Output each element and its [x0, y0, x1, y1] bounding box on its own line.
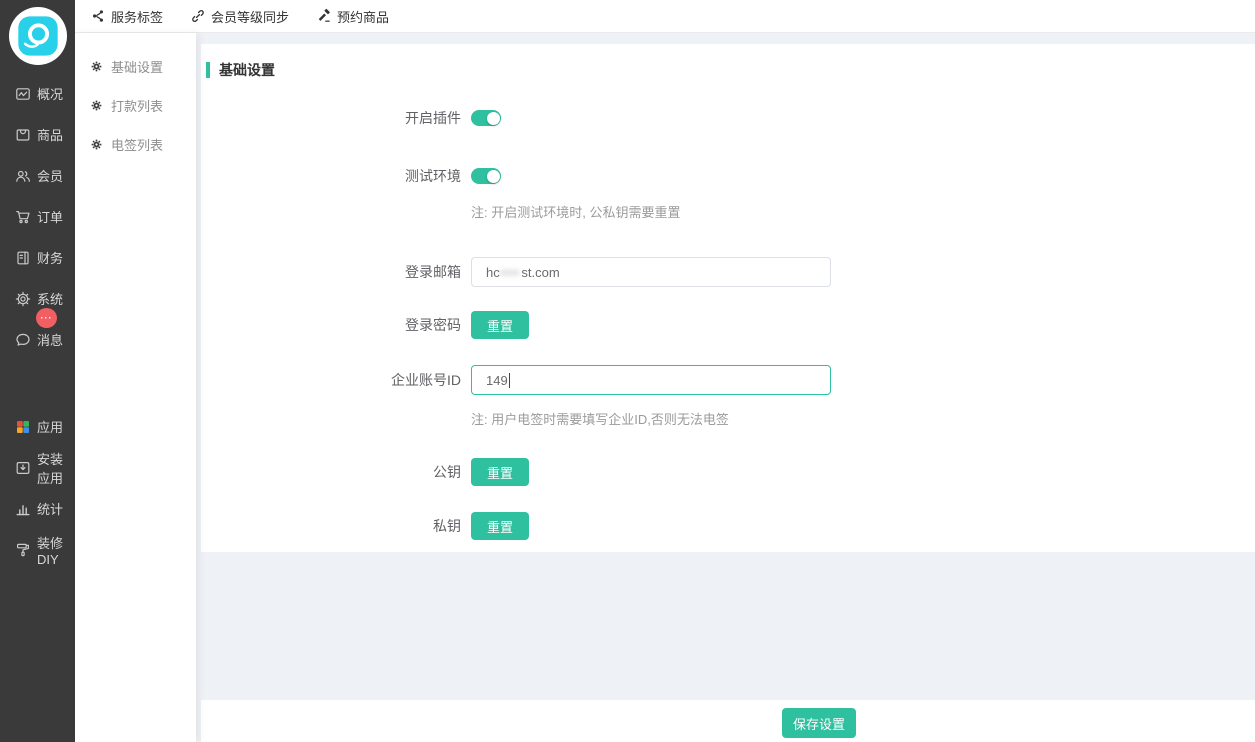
sidebar-item-label: 装修DIY [37, 533, 75, 567]
sidebar-item-stats[interactable]: 统计 [0, 488, 75, 529]
share-icon [91, 9, 105, 23]
sidebar-item-label: 应用 [37, 417, 63, 436]
form-row-company-id: 企业账号ID 149 [201, 365, 1255, 395]
tab-label: 会员等级同步 [211, 7, 289, 26]
save-settings-button[interactable]: 保存设置 [782, 708, 856, 738]
form-row-public-key: 公钥 重置 [201, 458, 1255, 486]
sidebar-item-diy[interactable]: 装修DIY [0, 529, 75, 570]
sidebar-item-orders[interactable]: 订单 [0, 196, 75, 237]
test-env-note: 注: 开启测试环境时, 公私钥需要重置 [471, 202, 1255, 221]
plugin-toggle[interactable] [471, 110, 501, 126]
subnav-item-label: 电签列表 [111, 135, 163, 154]
text-caret [509, 373, 510, 388]
sidebar-item-messages[interactable]: 消息 ··· [0, 319, 75, 360]
form-row-password: 登录密码 重置 [201, 311, 1255, 339]
company-id-value: 149 [486, 373, 508, 388]
test-env-toggle[interactable] [471, 168, 501, 184]
orders-icon [15, 209, 31, 225]
sidebar-item-label: 安装应用 [37, 449, 75, 487]
password-reset-button[interactable]: 重置 [471, 311, 529, 339]
toggle-knob [487, 170, 500, 183]
content-area: 基础设置 开启插件 测试环境 注: 开启测试环境时, 公私钥需要重置 登录邮箱 … [196, 33, 1255, 742]
topbar: 服务标签 会员等级同步 预约商品 [75, 0, 1255, 33]
subnav-item-label: 基础设置 [111, 57, 163, 76]
messages-icon [15, 332, 31, 348]
app-window: 概况 商品 会员 订单 [0, 0, 1255, 742]
subnav-item-label: 打款列表 [111, 96, 163, 115]
system-icon [15, 291, 31, 307]
subnav-item-payment-list[interactable]: 打款列表 [75, 86, 196, 125]
form-row-email: 登录邮箱 hc•••st.com [201, 257, 1255, 287]
private-key-reset-button[interactable]: 重置 [471, 512, 529, 540]
sidebar-item-label: 商品 [37, 125, 63, 144]
test-env-label: 测试环境 [201, 166, 471, 186]
tab-label: 服务标签 [111, 7, 163, 26]
form-row-plugin: 开启插件 [201, 108, 1255, 128]
company-id-label: 企业账号ID [201, 370, 471, 390]
app-logo[interactable] [0, 0, 75, 65]
basic-settings-card: 基础设置 开启插件 测试环境 注: 开启测试环境时, 公私钥需要重置 登录邮箱 … [201, 44, 1255, 552]
sidebar-item-label: 财务 [37, 248, 63, 267]
gear-icon [90, 60, 103, 73]
sidebar-item-goods[interactable]: 商品 [0, 114, 75, 155]
sidebar-item-label: 消息 [37, 330, 63, 349]
email-value-redacted: ••• [501, 265, 521, 280]
gear-icon [90, 99, 103, 112]
sidebar-item-install-app[interactable]: 安装应用 [0, 447, 75, 488]
messages-badge: ··· [36, 308, 57, 328]
footer-action-bar: 保存设置 [201, 700, 1255, 742]
sidebar-item-apps[interactable]: 应用 [0, 406, 75, 447]
main-nav: 概况 商品 会员 订单 [0, 73, 75, 570]
sidebar-item-members[interactable]: 会员 [0, 155, 75, 196]
gavel-icon [317, 9, 331, 23]
sidebar-item-label: 会员 [37, 166, 63, 185]
app-logo-icon [9, 7, 67, 65]
link-icon [191, 9, 205, 23]
settings-subnav: 基础设置 打款列表 电签列表 [75, 33, 196, 742]
tab-label: 预约商品 [337, 7, 389, 26]
subnav-item-basic-settings[interactable]: 基础设置 [75, 47, 196, 86]
background-spacer [196, 552, 1255, 700]
members-icon [15, 168, 31, 184]
email-value-prefix: hc [486, 265, 500, 280]
install-app-icon [15, 460, 31, 476]
finance-icon [15, 250, 31, 266]
tab-service-tags[interactable]: 服务标签 [91, 7, 163, 26]
toggle-knob [487, 112, 500, 125]
subnav-item-esign-list[interactable]: 电签列表 [75, 125, 196, 164]
email-label: 登录邮箱 [201, 262, 471, 282]
sidebar-item-label: 概况 [37, 84, 63, 103]
sidebar-item-label: 系统 [37, 289, 63, 308]
sidebar-item-finance[interactable]: 财务 [0, 237, 75, 278]
stats-icon [15, 501, 31, 517]
form-row-private-key: 私钥 重置 [201, 512, 1255, 540]
plugin-label: 开启插件 [201, 108, 471, 128]
overview-icon [15, 86, 31, 102]
company-id-note: 注: 用户电签时需要填写企业ID,否则无法电签 [471, 409, 1255, 428]
sidebar-item-label: 订单 [37, 207, 63, 226]
sidebar-item-label: 统计 [37, 499, 63, 518]
tab-reserved-goods[interactable]: 预约商品 [317, 7, 389, 26]
goods-icon [15, 127, 31, 143]
sidebar-item-overview[interactable]: 概况 [0, 73, 75, 114]
tab-member-level-sync[interactable]: 会员等级同步 [191, 7, 289, 26]
form-row-test-env: 测试环境 [201, 166, 1255, 186]
main-sidebar: 概况 商品 会员 订单 [0, 0, 75, 742]
private-key-label: 私钥 [201, 516, 471, 536]
email-value-suffix: st.com [521, 265, 559, 280]
password-label: 登录密码 [201, 315, 471, 335]
company-id-field[interactable]: 149 [471, 365, 831, 395]
gear-icon [90, 138, 103, 151]
public-key-label: 公钥 [201, 462, 471, 482]
public-key-reset-button[interactable]: 重置 [471, 458, 529, 486]
apps-icon [15, 419, 31, 435]
email-field[interactable]: hc•••st.com [471, 257, 831, 287]
diy-icon [15, 542, 31, 558]
section-title: 基础设置 [206, 62, 1255, 78]
